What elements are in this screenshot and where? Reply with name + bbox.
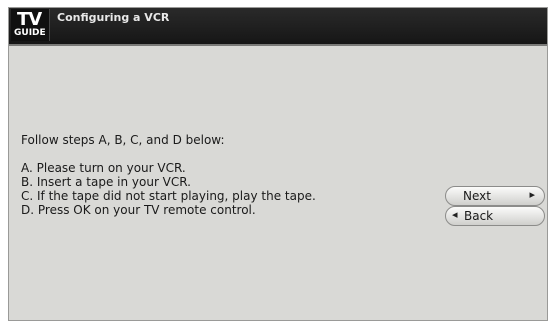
step-b: B. Insert a tape in your VCR. — [21, 175, 191, 189]
app-window: TV GUIDE Configuring a VCR Follow steps … — [8, 7, 548, 321]
next-button-label: Next — [463, 189, 491, 203]
chevron-left-icon: ◂ — [452, 208, 458, 221]
logo-guide-text: GUIDE — [14, 28, 46, 38]
instructions-intro: Follow steps A, B, C, and D below: — [21, 133, 225, 147]
back-button[interactable]: ◂ Back — [445, 206, 545, 226]
step-d: D. Press OK on your TV remote control. — [21, 203, 256, 217]
back-button-label: Back — [464, 209, 494, 223]
instructions: Follow steps A, B, C, and D below: A. Pl… — [21, 133, 441, 217]
step-a: A. Please turn on your VCR. — [21, 161, 186, 175]
tv-guide-logo: TV GUIDE — [11, 9, 50, 41]
steps-list: A. Please turn on your VCR. B. Insert a … — [21, 161, 441, 217]
next-button[interactable]: Next ▸ — [445, 186, 545, 206]
step-c: C. If the tape did not start playing, pl… — [21, 189, 316, 203]
logo-tv-text: TV — [17, 9, 42, 30]
header-bar: TV GUIDE Configuring a VCR — [9, 8, 547, 46]
page-title: Configuring a VCR — [57, 11, 170, 24]
chevron-right-icon: ▸ — [529, 188, 535, 201]
